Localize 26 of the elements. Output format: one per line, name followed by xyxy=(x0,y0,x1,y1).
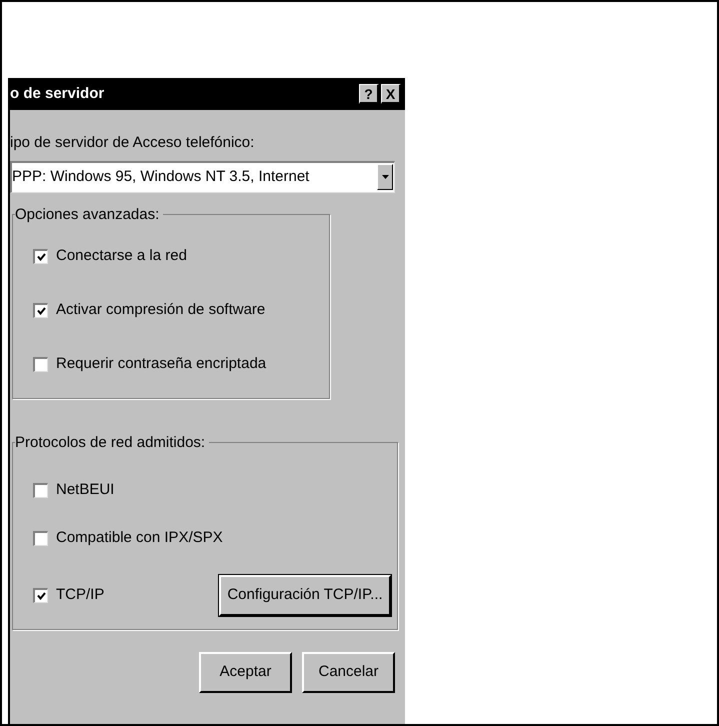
window-title: o de servidor xyxy=(10,84,104,104)
checkbox[interactable] xyxy=(33,303,48,318)
checkbox[interactable] xyxy=(33,531,48,546)
checkbox[interactable] xyxy=(33,588,48,602)
check-icon xyxy=(36,307,46,315)
ok-button[interactable]: Aceptar xyxy=(199,652,292,692)
close-button[interactable]: X xyxy=(381,84,401,104)
checkbox-label: Activar compresión de software xyxy=(56,300,266,320)
checkbox[interactable] xyxy=(33,249,48,264)
dropdown-value: PPP: Windows 95, Windows NT 3.5, Internet xyxy=(12,166,310,187)
checkbox-label: Requerir contraseña encriptada xyxy=(56,354,266,374)
dropdown-arrow-button[interactable] xyxy=(377,164,393,190)
server-type-dropdown[interactable]: PPP: Windows 95, Windows NT 3.5, Internet xyxy=(10,160,395,192)
check-icon xyxy=(36,592,46,600)
caret-icon xyxy=(382,175,388,179)
cancel-button[interactable]: Cancelar xyxy=(302,652,395,692)
checkbox-label: NetBEUI xyxy=(56,480,114,500)
help-button[interactable]: ? xyxy=(359,84,379,104)
checkbox-label: Conectarse a la red xyxy=(56,246,187,266)
checkbox[interactable] xyxy=(33,357,48,372)
checkbox[interactable] xyxy=(33,483,48,498)
configure-button[interactable]: Configuración TCP/IP... xyxy=(219,574,391,616)
checkbox-label: Compatible con IPX/SPX xyxy=(56,528,223,548)
checkbox-label: TCP/IP xyxy=(56,584,104,605)
field-label: ipo de servidor de Acceso telefónico: xyxy=(10,133,256,153)
check-icon xyxy=(36,253,46,261)
